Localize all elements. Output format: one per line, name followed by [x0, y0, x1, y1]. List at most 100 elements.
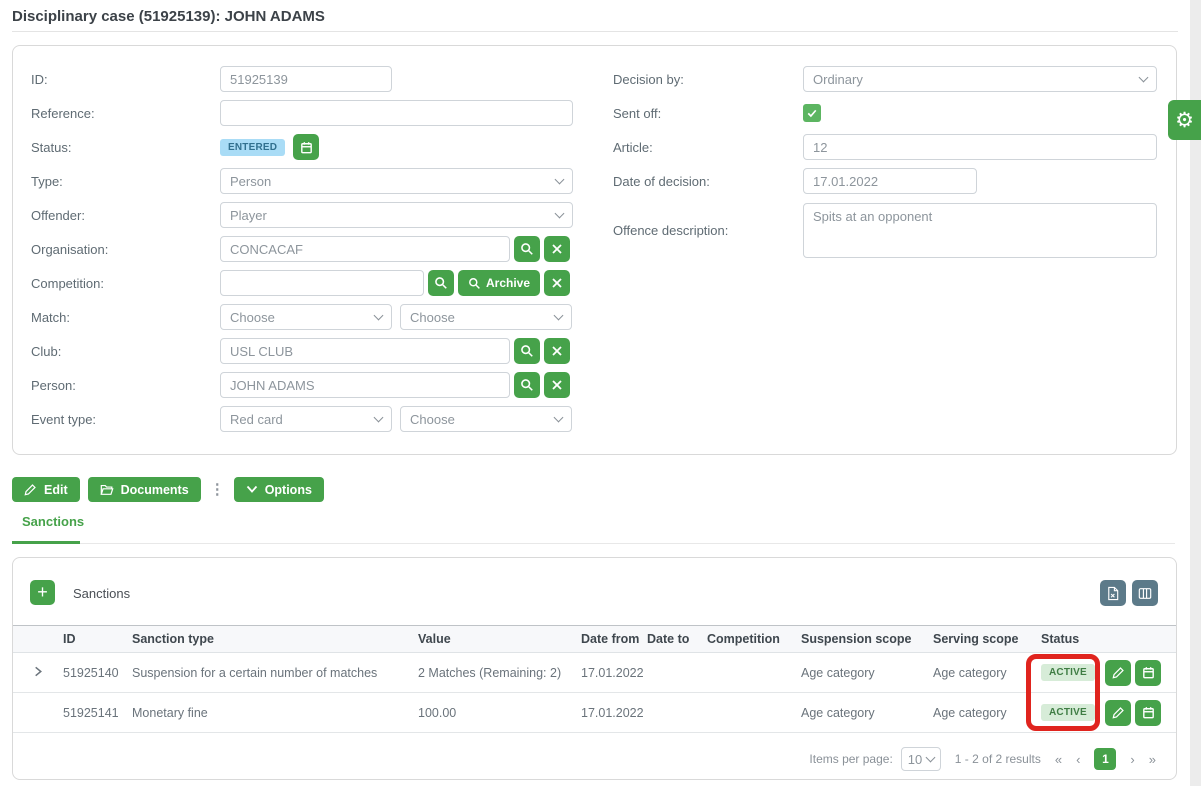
cell-serving-scope: Age category	[933, 653, 1041, 693]
more-options-dots-icon[interactable]: ⋮	[210, 485, 225, 495]
gear-icon: ⚙	[1175, 108, 1194, 133]
offence-description-textarea[interactable]: Spits at an opponent	[803, 203, 1157, 258]
date-of-decision-input[interactable]: 17.01.2022	[803, 168, 977, 194]
competition-search-button[interactable]	[428, 270, 454, 296]
previous-page-button[interactable]: ‹	[1076, 752, 1080, 767]
cell-sanction-type: Suspension for a certain number of match…	[132, 653, 418, 693]
competition-input[interactable]	[220, 270, 424, 296]
event-type-select-1-value: Red card	[230, 412, 283, 427]
cell-suspension-scope: Age category	[801, 693, 933, 733]
settings-gear-button[interactable]: ⚙	[1168, 100, 1201, 140]
sanctions-table: ID Sanction type Value Date from Date to…	[13, 625, 1176, 733]
chevron-down-icon	[374, 412, 384, 422]
add-sanction-button[interactable]: +	[30, 580, 55, 605]
expand-row-cell	[13, 693, 63, 733]
case-toolbar: Edit Documents ⋮ Options	[12, 477, 324, 502]
organisation-clear-button[interactable]	[544, 236, 570, 262]
cell-suspension-scope: Age category	[801, 653, 933, 693]
field-row-offence-description: Offence description: Spits at an opponen…	[613, 198, 1157, 262]
cell-value: 2 Matches (Remaining: 2)	[418, 653, 581, 693]
reference-label: Reference:	[31, 106, 220, 121]
club-search-button[interactable]	[514, 338, 540, 364]
cell-date-from: 17.01.2022	[581, 653, 647, 693]
cell-value: 100.00	[418, 693, 581, 733]
tab-divider	[12, 543, 1175, 544]
organisation-search-button[interactable]	[514, 236, 540, 262]
cell-actions	[1105, 653, 1176, 693]
plus-icon: +	[37, 582, 48, 603]
sanction-history-button[interactable]	[1135, 660, 1161, 686]
offender-select[interactable]: Player	[220, 202, 573, 228]
table-row: 51925141 Monetary fine 100.00 17.01.2022…	[13, 693, 1176, 733]
person-input[interactable]: JOHN ADAMS	[220, 372, 510, 398]
status-badge: ENTERED	[220, 139, 285, 156]
items-per-page-select[interactable]: 10	[901, 747, 941, 771]
field-row-competition: Competition: Archive	[31, 266, 573, 300]
reference-input[interactable]	[220, 100, 573, 126]
first-page-button[interactable]: «	[1055, 752, 1062, 767]
tab-active-underline	[12, 541, 80, 544]
pencil-icon	[24, 483, 37, 496]
field-row-date-of-decision: Date of decision: 17.01.2022	[613, 164, 1157, 198]
event-type-select-1[interactable]: Red card	[220, 406, 392, 432]
cell-status: ACTIVE	[1041, 653, 1105, 693]
columns-icon-button[interactable]	[1132, 580, 1158, 606]
person-search-button[interactable]	[514, 372, 540, 398]
type-select[interactable]: Person	[220, 168, 573, 194]
organisation-input[interactable]: CONCACAF	[220, 236, 510, 262]
column-header-date-from: Date from	[581, 626, 647, 653]
chevron-down-icon	[374, 310, 384, 320]
sanctions-panel-title: Sanctions	[73, 586, 130, 601]
pagination: Items per page: 10 1 - 2 of 2 results « …	[809, 746, 1156, 772]
organisation-label: Organisation:	[31, 242, 220, 257]
decision-by-select[interactable]: Ordinary	[803, 66, 1157, 92]
event-type-select-2[interactable]: Choose	[400, 406, 572, 432]
field-row-article: Article: 12	[613, 130, 1157, 164]
id-input[interactable]: 51925139	[220, 66, 392, 92]
options-button[interactable]: Options	[234, 477, 324, 502]
club-clear-button[interactable]	[544, 338, 570, 364]
field-row-type: Type: Person	[31, 164, 573, 198]
chevron-right-icon[interactable]	[32, 665, 44, 678]
decision-by-select-value: Ordinary	[813, 72, 863, 87]
column-header-date-to: Date to	[647, 626, 707, 653]
last-page-button[interactable]: »	[1149, 752, 1156, 767]
article-input[interactable]: 12	[803, 134, 1157, 160]
items-per-page-value: 10	[908, 752, 922, 767]
cell-status: ACTIVE	[1041, 693, 1105, 733]
competition-archive-search-button[interactable]: Archive	[458, 270, 540, 296]
status-history-button[interactable]	[293, 134, 319, 160]
match-label: Match:	[31, 310, 220, 325]
club-input[interactable]: USL CLUB	[220, 338, 510, 364]
field-row-offender: Offender: Player	[31, 198, 573, 232]
type-select-value: Person	[230, 174, 271, 189]
actions-column-header	[1105, 626, 1176, 653]
export-excel-button[interactable]	[1100, 580, 1126, 606]
expand-column-header	[13, 626, 63, 653]
cell-id: 51925140	[63, 653, 132, 693]
options-button-label: Options	[265, 483, 312, 497]
case-details-card: ID: 51925139 Reference: Status: ENTERED …	[12, 45, 1177, 455]
edit-sanction-button[interactable]	[1105, 660, 1131, 686]
column-header-competition: Competition	[707, 626, 801, 653]
person-clear-button[interactable]	[544, 372, 570, 398]
next-page-button[interactable]: ›	[1130, 752, 1134, 767]
match-select-1[interactable]: Choose	[220, 304, 392, 330]
sanction-history-button[interactable]	[1135, 700, 1161, 726]
event-type-select-2-value: Choose	[410, 412, 455, 427]
documents-button[interactable]: Documents	[88, 477, 201, 502]
field-row-event-type: Event type: Red card Choose	[31, 402, 573, 436]
edit-sanction-button[interactable]	[1105, 700, 1131, 726]
sent-off-label: Sent off:	[613, 106, 803, 121]
field-row-status: Status: ENTERED	[31, 130, 573, 164]
match-select-2[interactable]: Choose	[400, 304, 572, 330]
calendar-icon	[1141, 665, 1156, 680]
tab-sanctions[interactable]: Sanctions	[22, 514, 84, 529]
edit-button[interactable]: Edit	[12, 477, 80, 502]
current-page-button[interactable]: 1	[1094, 748, 1116, 770]
field-row-organisation: Organisation: CONCACAF	[31, 232, 573, 266]
field-row-match: Match: Choose Choose	[31, 300, 573, 334]
competition-clear-button[interactable]	[544, 270, 570, 296]
sent-off-checkbox[interactable]	[803, 104, 821, 122]
cell-id: 51925141	[63, 693, 132, 733]
